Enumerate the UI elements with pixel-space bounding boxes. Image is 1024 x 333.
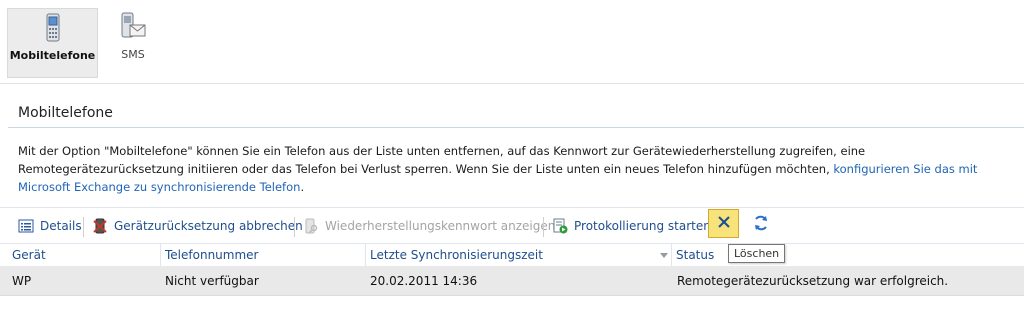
log-icon	[552, 218, 568, 234]
cancel-reset-icon	[92, 218, 108, 234]
column-header-device[interactable]: Gerät	[12, 248, 46, 262]
mobile-phone-icon	[43, 13, 63, 46]
start-logging-label: Protokollierung starten	[574, 219, 711, 233]
column-header-phone[interactable]: Telefonnummer	[165, 248, 258, 262]
start-logging-button[interactable]: Protokollierung starten	[552, 214, 711, 238]
tab-sms[interactable]: SMS	[108, 8, 158, 78]
toolbar-separator	[83, 217, 84, 237]
toolbar-separator	[294, 217, 295, 237]
top-navigation: Mobiltelefone SMS	[0, 0, 1024, 84]
details-button[interactable]: Details	[18, 214, 82, 238]
page-title: Mobiltelefone	[18, 105, 113, 121]
details-label: Details	[40, 219, 82, 233]
description-end: .	[300, 180, 305, 194]
column-divider	[160, 244, 161, 266]
refresh-button[interactable]	[752, 214, 770, 232]
details-icon	[18, 218, 34, 234]
cell-phone: Nicht verfügbar	[165, 274, 259, 288]
description-body: Mit der Option "Mobiltelefone" können Si…	[18, 144, 866, 176]
close-icon	[717, 215, 731, 232]
show-recovery-password-button[interactable]: Wiederherstellungskennwort anzeigen	[303, 214, 555, 238]
title-divider	[8, 127, 1024, 128]
column-divider	[671, 244, 672, 266]
tab-label: Mobiltelefone	[9, 49, 96, 62]
column-divider	[365, 244, 366, 266]
description-text: Mit der Option "Mobiltelefone" können Si…	[18, 142, 1018, 196]
delete-tooltip: Löschen	[728, 244, 786, 263]
tab-label: SMS	[121, 48, 145, 61]
toolbar: Details Gerätzurücksetzung abbrechen Wie…	[0, 207, 1024, 243]
column-header-status[interactable]: Status	[676, 248, 714, 262]
show-recovery-password-label: Wiederherstellungskennwort anzeigen	[325, 219, 556, 233]
toolbar-separator	[543, 217, 544, 237]
column-header-last-sync[interactable]: Letzte Synchronisierungszeit	[370, 248, 543, 262]
delete-button[interactable]	[708, 209, 739, 238]
sort-arrow-icon	[660, 253, 668, 258]
cell-device: WP	[12, 274, 32, 288]
sms-icon	[119, 12, 147, 45]
key-phone-icon	[303, 218, 319, 234]
cell-last-sync: 20.02.2011 14:36	[370, 274, 478, 288]
table-header: Gerät Telefonnummer Letzte Synchronisier…	[0, 243, 1024, 267]
cancel-reset-label: Gerätzurücksetzung abbrechen	[114, 219, 303, 233]
cell-status: Remotegerätezurücksetzung war erfolgreic…	[677, 274, 949, 288]
refresh-icon	[752, 215, 770, 235]
table-row[interactable]: WP Nicht verfügbar 20.02.2011 14:36 Remo…	[0, 266, 1024, 296]
tab-mobiltelefone[interactable]: Mobiltelefone	[7, 8, 98, 78]
cancel-reset-button[interactable]: Gerätzurücksetzung abbrechen	[92, 214, 303, 238]
